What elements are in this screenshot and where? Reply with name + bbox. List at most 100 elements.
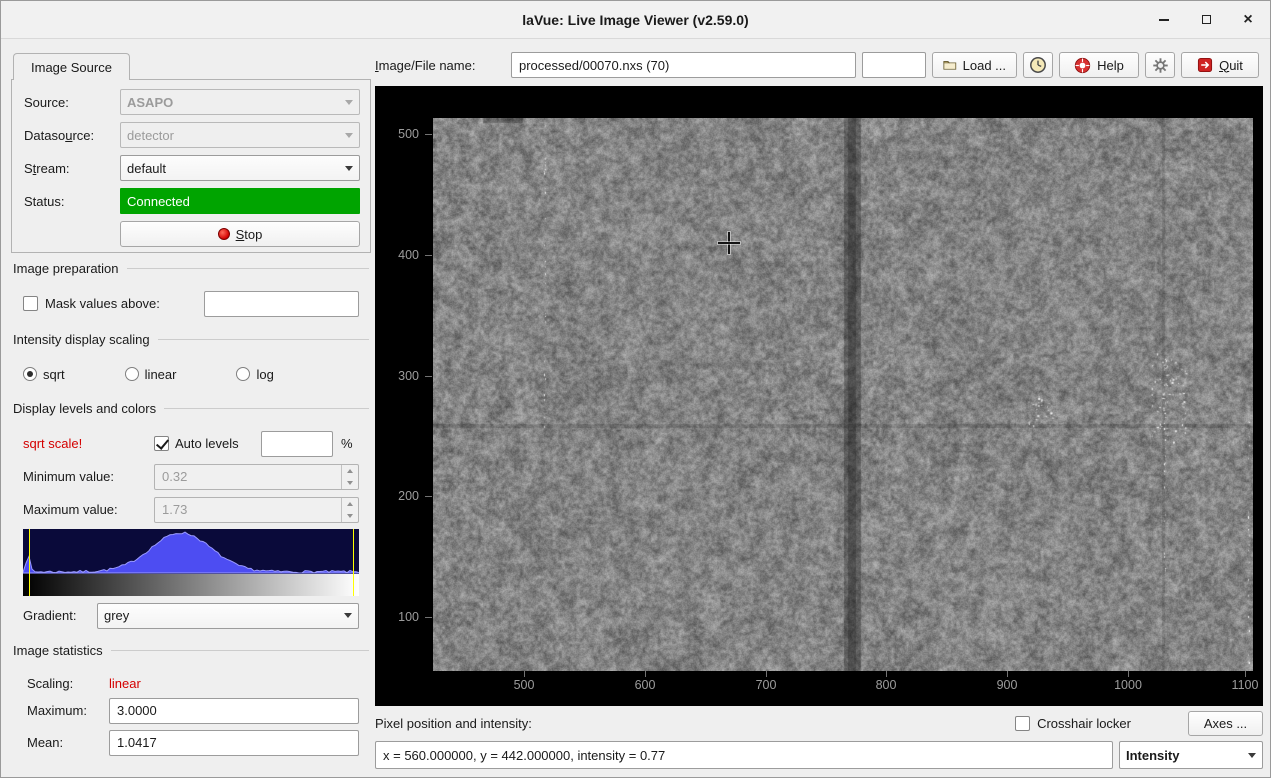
footer-value-row: x = 560.000000, y = 442.000000, intensit… [375, 741, 1263, 769]
detector-image[interactable] [433, 118, 1253, 671]
folder-icon [943, 58, 957, 72]
scaling-stat-row: Scaling: linear [11, 673, 371, 693]
mean-stat-value: 1.0417 [117, 735, 157, 750]
file-index-input[interactable] [862, 52, 926, 78]
exit-icon [1197, 57, 1213, 73]
stop-button-label: Stop [236, 227, 263, 242]
x-tick-label: 700 [744, 678, 788, 692]
auto-levels-label: Auto levels [175, 436, 261, 451]
section-title: Image statistics [13, 643, 103, 658]
quit-button-label: Quit [1219, 58, 1243, 73]
x-tick-mark [524, 671, 525, 677]
scaling-radio[interactable]: linear [125, 367, 177, 382]
minimize-icon [1159, 19, 1169, 21]
axes-button[interactable]: Axes ... [1188, 711, 1263, 736]
mean-stat-field[interactable]: 1.0417 [109, 730, 359, 756]
x-tick-label: 800 [864, 678, 908, 692]
x-tick-mark [886, 671, 887, 677]
spin-down-icon [347, 514, 353, 518]
y-tick-mark [425, 376, 432, 377]
radio-label: sqrt [43, 367, 65, 382]
histogram-max-line[interactable] [353, 529, 354, 596]
histogram-min-line[interactable] [29, 529, 30, 596]
file-name-value: processed/00070.nxs (70) [519, 58, 669, 73]
source-label: Source: [24, 95, 120, 110]
display-mode-value: Intensity [1126, 748, 1242, 763]
load-button[interactable]: Load ... [932, 52, 1017, 78]
status-badge: Connected [120, 188, 360, 214]
history-button[interactable] [1023, 52, 1053, 78]
auto-levels-row: sqrt scale! Auto levels % [11, 430, 371, 457]
stream-label: Stream: [24, 161, 120, 176]
datasource-value: detector [127, 128, 339, 143]
datasource-select[interactable]: detector [120, 122, 360, 148]
histogram-widget[interactable] [23, 529, 359, 596]
maximum-row: Maximum value: 1.73 [11, 496, 371, 523]
auto-levels-checkbox[interactable] [154, 436, 169, 451]
mask-checkbox[interactable] [23, 296, 38, 311]
axes-button-label: Axes ... [1204, 716, 1247, 731]
close-button[interactable]: × [1240, 12, 1256, 28]
gradient-select[interactable]: grey [97, 603, 359, 629]
maximum-stat-field[interactable]: 3.0000 [109, 698, 359, 724]
file-name-input[interactable]: processed/00070.nxs (70) [511, 52, 856, 78]
status-label: Status: [24, 194, 120, 209]
x-tick-mark [645, 671, 646, 677]
scale-warning: sqrt scale! [23, 436, 154, 451]
scaling-radio[interactable]: log [236, 367, 273, 382]
x-tick-label: 1100 [1223, 678, 1263, 692]
minimum-spinbox[interactable]: 0.32 [154, 464, 359, 490]
chevron-down-icon [345, 133, 353, 138]
app-window: laVue: Live Image Viewer (v2.59.0) × Ima… [0, 0, 1271, 778]
histogram-plot [23, 530, 359, 574]
source-value: ASAPO [127, 95, 339, 110]
maximum-spinbox[interactable]: 1.73 [154, 497, 359, 523]
spin-arrows[interactable] [341, 465, 358, 489]
stop-button[interactable]: Stop [120, 221, 360, 247]
quit-button[interactable]: Quit [1181, 52, 1259, 78]
x-tick-label: 900 [985, 678, 1029, 692]
scaling-radio[interactable]: sqrt [23, 367, 65, 382]
section-intensity-scaling: Intensity display scaling [13, 331, 369, 347]
y-tick-label: 200 [375, 488, 419, 504]
auto-levels-input[interactable] [261, 431, 333, 457]
crosshair-locker-label: Crosshair locker [1037, 716, 1131, 731]
x-tick-label: 600 [623, 678, 667, 692]
chevron-down-icon [345, 166, 353, 171]
minimum-label: Minimum value: [23, 469, 154, 484]
crosshair-locker-checkbox[interactable] [1015, 716, 1030, 731]
topbar: Image/File name: processed/00070.nxs (70… [375, 51, 1263, 79]
y-tick-mark [425, 617, 432, 618]
y-tick-label: 400 [375, 247, 419, 263]
tab-image-source[interactable]: Image Source [13, 53, 130, 80]
radio-icon [125, 367, 139, 381]
pixel-position-label: Pixel position and intensity: [375, 716, 532, 731]
settings-button[interactable] [1145, 52, 1175, 78]
y-tick-label: 500 [375, 126, 419, 142]
spin-arrows[interactable] [341, 498, 358, 522]
help-button[interactable]: Help [1059, 52, 1139, 78]
x-tick-mark [766, 671, 767, 677]
section-title: Display levels and colors [13, 401, 156, 416]
radio-label: log [256, 367, 273, 382]
maximize-button[interactable] [1198, 12, 1214, 28]
crosshair-locker-group: Crosshair locker [1015, 716, 1131, 731]
window-controls: × [1156, 1, 1256, 38]
gradient-row: Gradient: grey [11, 602, 371, 629]
chevron-down-icon [345, 100, 353, 105]
y-tick-mark [425, 496, 432, 497]
source-select[interactable]: ASAPO [120, 89, 360, 115]
section-title: Intensity display scaling [13, 332, 150, 347]
tab-image-source-label: Image Source [31, 60, 112, 75]
mean-stat-row: Mean: 1.0417 [11, 729, 371, 756]
mask-input[interactable] [204, 291, 359, 317]
stream-select[interactable]: default [120, 155, 360, 181]
x-tick-mark [1245, 671, 1246, 677]
maximum-stat-value: 3.0000 [117, 703, 157, 718]
pixel-intensity-field[interactable]: x = 560.000000, y = 442.000000, intensit… [375, 741, 1113, 769]
gradient-value: grey [104, 608, 338, 623]
scaling-stat-value: linear [109, 676, 141, 691]
image-plot[interactable]: 500400300200100 50060070080090010001100 [375, 86, 1263, 706]
display-mode-select[interactable]: Intensity [1119, 741, 1263, 769]
minimize-button[interactable] [1156, 12, 1172, 28]
